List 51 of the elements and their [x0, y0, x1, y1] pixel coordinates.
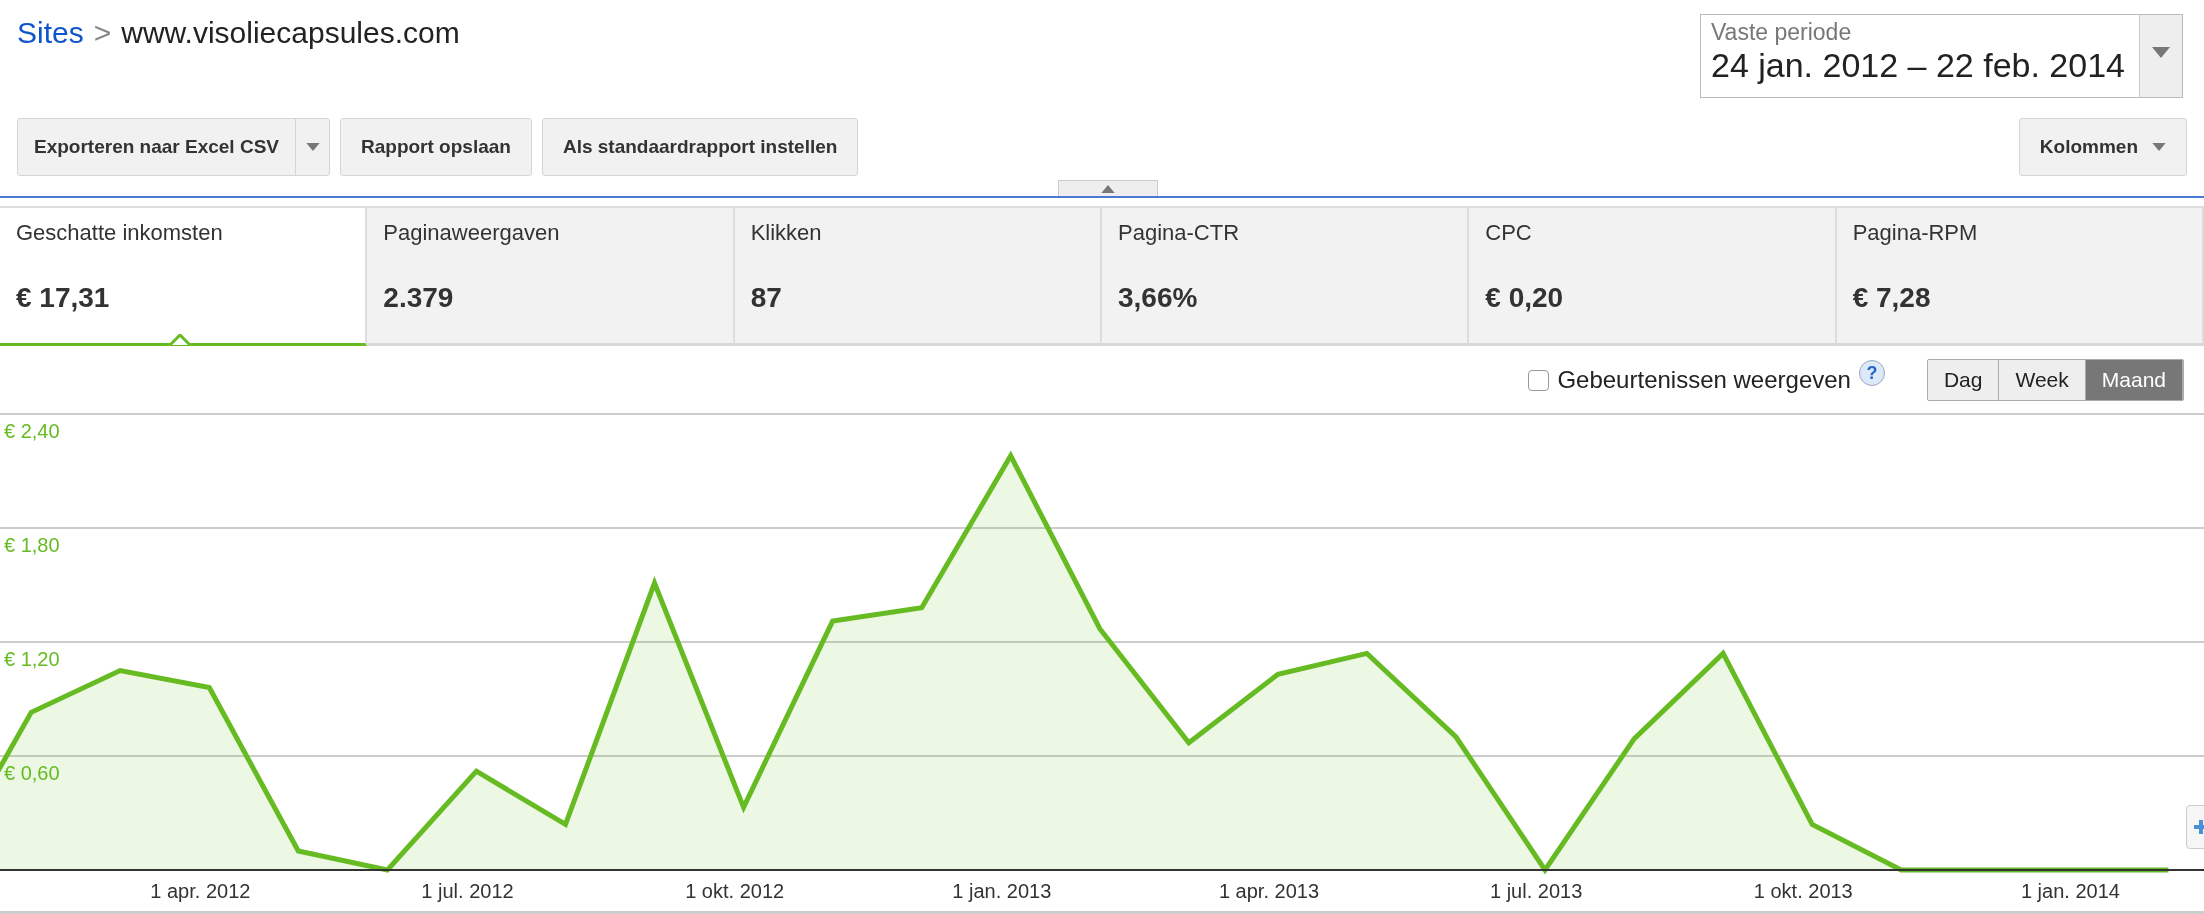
metric-value: € 0,20: [1485, 282, 1565, 314]
caret-icon: [2152, 47, 2170, 58]
date-range-value: 24 jan. 2012 – 22 feb. 2014: [1710, 46, 2125, 85]
collapse-icon: [1101, 184, 1115, 193]
caret-icon: [2152, 143, 2166, 151]
axis-label: 1 jan. 2014: [2020, 880, 2120, 902]
metric-value: 87: [750, 282, 783, 314]
checkbox-label: Gebeurtenissen weergeven: [1557, 366, 1851, 394]
columns-button[interactable]: Kolommen: [2018, 118, 2187, 176]
axis-label: 1 jul. 2013: [1489, 880, 1583, 902]
axis-label: 1 jul. 2012: [421, 880, 514, 902]
granularity-button[interactable]: Maand: [2085, 360, 2183, 400]
granularity-button[interactable]: Week: [1999, 360, 2086, 400]
metric-tab[interactable]: Pagina-RPM € 7,28: [1836, 206, 2204, 346]
axis-label: 1 okt. 2013: [1753, 880, 1853, 902]
axis-label: 1 okt. 2012: [685, 880, 785, 902]
collapse-button[interactable]: [1058, 180, 1158, 196]
metric-value: € 17,31: [16, 282, 111, 314]
events-checkbox[interactable]: [1528, 369, 1550, 391]
metric-label: CPC: [1485, 220, 1533, 246]
axis-label: 1 apr. 2012: [150, 880, 251, 902]
page-title: www.visoliecapsules.com: [121, 16, 460, 50]
date-range-label: Vaste periode: [1710, 19, 1853, 46]
metric-tab[interactable]: CPC € 0,20: [1469, 206, 1837, 346]
axis-label: € 2,40: [4, 420, 60, 442]
metric-tab[interactable]: Geschatte inkomsten € 17,31: [0, 206, 368, 346]
metric-label: Paginaweergaven: [383, 220, 561, 246]
breadcrumb-link[interactable]: Sites: [17, 16, 84, 50]
breadcrumb-separator: >: [93, 16, 112, 50]
axis-label: € 1,80: [4, 534, 60, 556]
metric-label: Pagina-RPM: [1852, 220, 1979, 246]
pointer-icon: [170, 334, 190, 346]
axis-label: 1 apr. 2013: [1218, 880, 1319, 902]
metric-value: 3,66%: [1118, 282, 1199, 314]
help-icon[interactable]: ?: [1858, 360, 1885, 386]
axis-label: 1 jan. 2013: [952, 880, 1052, 902]
toolbar-button[interactable]: Rapport opslaan: [340, 118, 532, 176]
toolbar-button[interactable]: Als standaardrapport instellen: [541, 118, 859, 176]
metric-tab[interactable]: Klikken 87: [734, 206, 1102, 346]
metric-value: 2.379: [383, 282, 455, 314]
metric-value: € 7,28: [1852, 282, 1932, 314]
metric-tab[interactable]: Paginaweergaven 2.379: [367, 206, 735, 346]
axis-label: € 0,60: [4, 762, 60, 784]
date-range-picker[interactable]: Vaste periode 24 jan. 2012 – 22 feb. 2014: [1699, 14, 2183, 98]
granularity-button[interactable]: Dag: [1927, 360, 2000, 400]
metric-label: Klikken: [750, 220, 823, 246]
metric-label: Geschatte inkomsten: [16, 220, 224, 246]
metric-label: Pagina-CTR: [1118, 220, 1241, 246]
caret-icon: [305, 143, 320, 151]
axis-label: € 1,20: [4, 648, 60, 670]
metric-tab[interactable]: Pagina-CTR 3,66%: [1102, 206, 1470, 346]
